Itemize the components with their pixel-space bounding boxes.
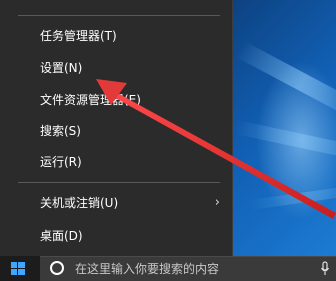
menu-item-task-manager[interactable]: 任务管理器(T) (0, 22, 232, 50)
menu-item-file-explorer[interactable]: 文件资源管理器(E) (0, 86, 232, 114)
menu-item-settings[interactable]: 设置(N) (0, 54, 232, 82)
microphone-icon[interactable] (320, 261, 330, 277)
menu-item-shutdown-signout[interactable]: 关机或注销(U) › (0, 189, 232, 217)
taskbar-search-box[interactable]: 在这里输入你要搜索的内容 (40, 256, 336, 281)
menu-item-label: 搜索(S) (40, 124, 81, 138)
menu-item-label: 运行(R) (40, 155, 82, 169)
chevron-right-icon: › (214, 195, 220, 210)
menu-item-search[interactable]: 搜索(S) (0, 117, 232, 145)
cortana-ring-icon[interactable] (50, 261, 64, 275)
menu-separator (18, 15, 220, 16)
menu-item-partially-hidden[interactable]: — (40, 0, 52, 6)
menu-item-label: 文件资源管理器(E) (40, 93, 141, 107)
windows-logo-icon (11, 262, 25, 275)
menu-item-label: 设置(N) (40, 61, 83, 75)
taskbar: 在这里输入你要搜索的内容 (0, 256, 336, 281)
menu-item-label: 桌面(D) (40, 229, 83, 243)
menu-separator (18, 182, 220, 183)
menu-item-run[interactable]: 运行(R) (0, 148, 232, 176)
menu-item-label: 关机或注销(U) (40, 196, 119, 210)
start-button[interactable] (0, 256, 36, 281)
menu-item-label: 任务管理器(T) (40, 29, 117, 43)
win-x-context-menu: — 任务管理器(T) 设置(N) 文件资源管理器(E) 搜索(S) 运行(R) … (0, 0, 233, 256)
menu-item-desktop[interactable]: 桌面(D) (0, 222, 232, 250)
desktop: — 任务管理器(T) 设置(N) 文件资源管理器(E) 搜索(S) 运行(R) … (0, 0, 336, 281)
search-placeholder: 在这里输入你要搜索的内容 (75, 262, 220, 276)
